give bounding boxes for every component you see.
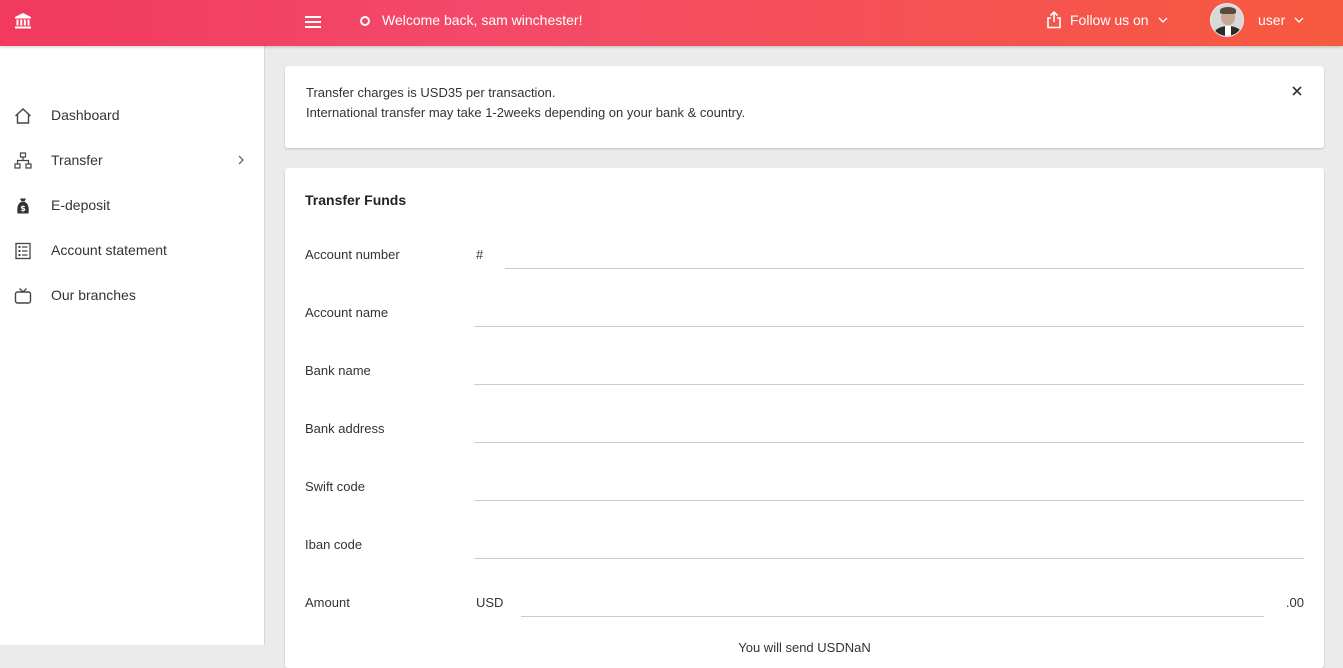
notice-line: International transfer may take 1-2weeks… bbox=[306, 105, 746, 120]
statement-icon bbox=[15, 242, 31, 260]
welcome-message: Welcome back, sam winchester! bbox=[382, 12, 583, 28]
amount-summary-text: You will send USDNaN bbox=[738, 640, 871, 655]
bank-name-label: Bank name bbox=[305, 363, 371, 378]
tv-icon bbox=[14, 288, 32, 304]
share-icon bbox=[1047, 11, 1061, 29]
sidebar-item-label: Account statement bbox=[51, 242, 167, 258]
follow-us-label: Follow us on bbox=[1070, 12, 1149, 28]
swift-code-row: Swift code bbox=[305, 472, 1304, 512]
status-dot-icon bbox=[360, 16, 370, 26]
account-number-prefix: # bbox=[476, 247, 484, 262]
account-name-row: Account name bbox=[305, 298, 1304, 338]
money-bag-icon: $ bbox=[17, 198, 29, 214]
account-number-label: Account number bbox=[305, 247, 400, 262]
account-number-row: Account number # bbox=[305, 240, 1304, 280]
bank-address-input[interactable] bbox=[474, 414, 1304, 443]
notice-line: Transfer charges is USD35 per transactio… bbox=[306, 85, 556, 100]
top-navbar: Welcome back, sam winchester! Follow us … bbox=[0, 0, 1343, 46]
close-icon[interactable] bbox=[1290, 84, 1304, 98]
iban-code-row: Iban code bbox=[305, 530, 1304, 570]
sidebar-item-label: Our branches bbox=[51, 287, 136, 303]
sidebar: Dashboard Transfer $ E-deposit Account s… bbox=[0, 46, 265, 645]
sidebar-item-e-deposit[interactable]: $ E-deposit bbox=[0, 186, 264, 226]
sidebar-item-label: Transfer bbox=[51, 152, 103, 168]
chevron-down-icon bbox=[1294, 17, 1304, 23]
swift-code-label: Swift code bbox=[305, 479, 365, 494]
user-menu[interactable]: user bbox=[1210, 3, 1305, 37]
bank-icon[interactable] bbox=[14, 12, 32, 30]
swift-code-input[interactable] bbox=[474, 472, 1304, 501]
bank-name-input[interactable] bbox=[474, 356, 1304, 385]
avatar bbox=[1210, 3, 1244, 37]
iban-code-label: Iban code bbox=[305, 537, 363, 552]
amount-label: Amount bbox=[305, 595, 350, 610]
sitemap-icon bbox=[14, 152, 32, 169]
amount-input[interactable] bbox=[521, 588, 1264, 617]
bank-address-label: Bank address bbox=[305, 421, 385, 436]
chevron-right-icon bbox=[238, 155, 244, 165]
home-icon bbox=[15, 108, 31, 124]
bank-name-row: Bank name bbox=[305, 356, 1304, 396]
iban-code-input[interactable] bbox=[474, 530, 1304, 559]
form-title: Transfer Funds bbox=[305, 192, 407, 208]
sidebar-item-our-branches[interactable]: Our branches bbox=[0, 276, 264, 316]
amount-row: Amount USD .00 bbox=[305, 588, 1304, 628]
transfer-funds-form: Transfer Funds Account number # Account … bbox=[285, 168, 1324, 668]
account-name-input[interactable] bbox=[474, 298, 1304, 327]
chevron-down-icon bbox=[1158, 17, 1168, 23]
svg-text:$: $ bbox=[20, 204, 26, 213]
hamburger-menu-icon[interactable] bbox=[303, 12, 323, 32]
account-number-input[interactable] bbox=[505, 240, 1304, 269]
follow-us-dropdown[interactable]: Follow us on bbox=[1046, 11, 1169, 29]
sidebar-item-account-statement[interactable]: Account statement bbox=[0, 231, 264, 271]
sidebar-item-dashboard[interactable]: Dashboard bbox=[0, 96, 264, 136]
account-name-label: Account name bbox=[305, 305, 389, 320]
sidebar-item-transfer[interactable]: Transfer bbox=[0, 141, 264, 181]
currency-prefix: USD bbox=[476, 595, 504, 610]
transfer-notice: Transfer charges is USD35 per transactio… bbox=[285, 66, 1324, 148]
bank-address-row: Bank address bbox=[305, 414, 1304, 454]
sidebar-item-label: E-deposit bbox=[51, 197, 111, 213]
amount-decimal-suffix: .00 bbox=[1285, 595, 1304, 610]
sidebar-item-label: Dashboard bbox=[51, 107, 120, 123]
user-name: user bbox=[1258, 12, 1286, 28]
